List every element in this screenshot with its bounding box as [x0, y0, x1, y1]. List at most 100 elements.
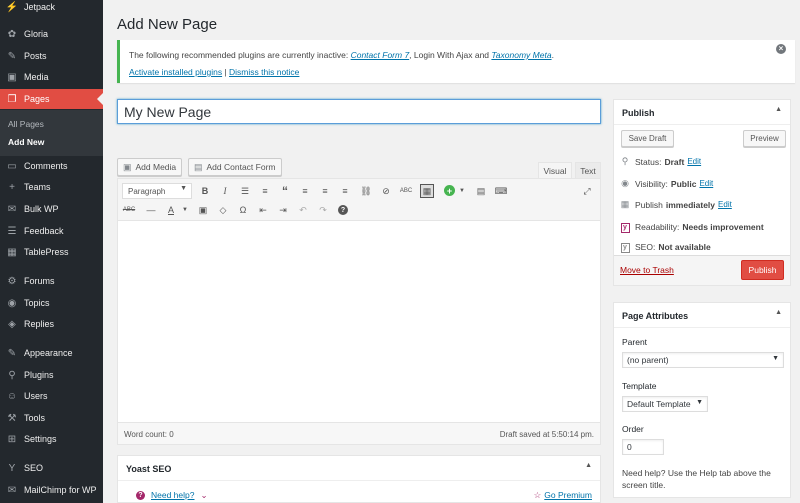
unlink-icon[interactable]: ⊘	[379, 184, 393, 198]
help-icon[interactable]: ?	[338, 205, 348, 215]
page-title-input[interactable]	[117, 99, 601, 124]
eye-icon: ◉	[621, 178, 629, 188]
parent-select[interactable]: (no parent) ▼	[622, 352, 784, 368]
chevron-down-icon: ⌄	[200, 490, 208, 500]
format-value: Paragraph	[128, 186, 166, 196]
need-help-link[interactable]: Need help?	[151, 490, 194, 500]
sidebar-item-mailchimp[interactable]: ✉ MailChimp for WP	[0, 480, 103, 500]
tab-text[interactable]: Text	[575, 162, 601, 179]
paste-text-icon[interactable]: ▣	[196, 203, 210, 217]
edit-visibility-link[interactable]: Edit	[699, 179, 713, 188]
add-contact-form-button[interactable]: ▤ Add Contact Form	[188, 158, 282, 176]
sidebar-item-pages[interactable]: ❐ Pages	[0, 89, 103, 109]
need-help-toggle[interactable]: ? Need help? ⌄	[136, 490, 208, 501]
sidebar-item-topics[interactable]: ◉ Topics	[0, 293, 103, 313]
sidebar-item-settings[interactable]: ⊞ Settings	[0, 429, 103, 449]
sidebar-item-label: TablePress	[24, 247, 69, 257]
template-select[interactable]: Default Template ▼	[622, 396, 708, 412]
align-center-icon[interactable]: ≡	[318, 184, 332, 198]
parent-value: (no parent)	[627, 355, 669, 365]
sidebar-item-teams[interactable]: + Teams	[0, 177, 103, 197]
bold-icon[interactable]: B	[198, 184, 212, 198]
toolbar-toggle-icon[interactable]: ▦	[420, 184, 434, 198]
go-premium[interactable]: ☆ Go Premium	[534, 490, 592, 501]
add-media-button[interactable]: ▣ Add Media	[117, 158, 183, 176]
strikethrough-icon[interactable]: ABC	[122, 203, 136, 217]
calendar-icon: ▦	[620, 199, 630, 209]
undo-icon[interactable]: ↶	[296, 203, 310, 217]
format-select[interactable]: Paragraph ▼	[122, 183, 192, 199]
sidebar-item-tools[interactable]: ⚒ Tools	[0, 408, 103, 428]
bullet-list-icon[interactable]: ☰	[238, 184, 252, 198]
tab-visual[interactable]: Visual	[538, 162, 572, 179]
dismiss-notice-link[interactable]: Dismiss this notice	[229, 67, 299, 77]
page-title: Add New Page	[117, 16, 218, 33]
divider	[614, 327, 790, 328]
sidebar-item-seo[interactable]: Y SEO	[0, 458, 103, 478]
sidebar-item-label: MailChimp for WP	[24, 485, 97, 495]
form-icon: ▤	[194, 161, 203, 172]
go-premium-link[interactable]: Go Premium	[544, 490, 592, 500]
text-color-icon[interactable]: A	[164, 203, 178, 217]
link-icon[interactable]: ⛓	[359, 184, 373, 198]
bulk-icon: ✉	[7, 203, 17, 215]
visibility-row: ◉ Visibility: Public Edit	[620, 178, 713, 189]
redo-icon[interactable]: ↷	[316, 203, 330, 217]
edit-schedule-link[interactable]: Edit	[718, 200, 732, 209]
save-draft-button[interactable]: Save Draft	[621, 130, 674, 147]
order-input[interactable]: 0	[622, 439, 664, 455]
embed-icon[interactable]: ▤	[474, 184, 488, 198]
horizontal-line-icon[interactable]: —	[144, 203, 158, 217]
indent-icon[interactable]: ⇥	[276, 203, 290, 217]
fullscreen-icon[interactable]: ⤢	[580, 184, 594, 198]
activate-plugins-link[interactable]: Activate installed plugins	[129, 67, 222, 77]
sidebar-item-posts[interactable]: ✎ Posts	[0, 46, 103, 66]
sidebar-item-forums[interactable]: ⚙ Forums	[0, 271, 103, 291]
collapse-arrow-icon[interactable]: ▲	[585, 462, 592, 469]
sidebar-item-media[interactable]: ▣ Media	[0, 67, 103, 87]
keyboard-icon[interactable]: ⌨	[494, 184, 508, 198]
submenu-all-pages[interactable]: All Pages	[8, 119, 44, 129]
collapse-arrow-icon[interactable]: ▲	[775, 309, 782, 316]
yoast-icon: y	[620, 221, 630, 233]
sidebar-item-label: Appearance	[24, 348, 73, 358]
sidebar-item-users[interactable]: ☺ Users	[0, 386, 103, 406]
numbered-list-icon[interactable]: ≡	[258, 184, 272, 198]
sidebar-item-comments[interactable]: ▭ Comments	[0, 156, 103, 176]
outdent-icon[interactable]: ⇤	[256, 203, 270, 217]
eraser-icon[interactable]: ◇	[216, 203, 230, 217]
align-left-icon[interactable]: ≡	[298, 184, 312, 198]
chevron-down-icon[interactable]: ▼	[455, 184, 469, 198]
collapse-arrow-icon[interactable]: ▲	[775, 106, 782, 113]
spellcheck-icon[interactable]: ABC	[399, 184, 413, 198]
blockquote-icon[interactable]: “	[278, 184, 292, 198]
sidebar-item-gloria[interactable]: ✿ Gloria	[0, 24, 103, 44]
chevron-down-icon[interactable]: ▼	[178, 203, 192, 217]
move-to-trash-link[interactable]: Move to Trash	[620, 265, 674, 275]
plus-circle-icon[interactable]: +	[444, 185, 455, 196]
close-icon[interactable]: ×	[776, 44, 786, 54]
sidebar-item-label: Settings	[24, 434, 57, 444]
page-attributes-title: Page Attributes	[622, 311, 689, 321]
preview-button[interactable]: Preview	[743, 130, 786, 147]
publish-box: Publish ▲ Save Draft Preview ⚲ Status: Dra…	[613, 99, 791, 286]
align-right-icon[interactable]: ≡	[338, 184, 352, 198]
sidebar-item-tablepress[interactable]: ▦ TablePress	[0, 242, 103, 262]
contact-form-7-link[interactable]: Contact Form 7	[351, 50, 410, 60]
sidebar-item-feedback[interactable]: ☰ Feedback	[0, 221, 103, 241]
sidebar-item-label: Plugins	[24, 370, 54, 380]
taxonomy-meta-link[interactable]: Taxonomy Meta	[491, 50, 551, 60]
publish-button[interactable]: Publish	[741, 260, 784, 280]
sidebar-item-plugins[interactable]: ⚲ Plugins	[0, 365, 103, 385]
sidebar-item-appearance[interactable]: ✎ Appearance	[0, 343, 103, 363]
divider	[614, 124, 790, 125]
omega-icon[interactable]: Ω	[236, 203, 250, 217]
chevron-down-icon: ▼	[696, 399, 703, 406]
submenu-add-new[interactable]: Add New	[8, 137, 44, 147]
edit-status-link[interactable]: Edit	[687, 157, 701, 166]
italic-icon[interactable]: I	[218, 184, 232, 198]
sidebar-item-bulk-wp[interactable]: ✉ Bulk WP	[0, 199, 103, 219]
sidebar-item-jetpack[interactable]: ⚡ Jetpack	[0, 0, 103, 17]
sidebar-item-replies[interactable]: ◈ Replies	[0, 314, 103, 334]
gloria-icon: ✿	[7, 28, 17, 40]
